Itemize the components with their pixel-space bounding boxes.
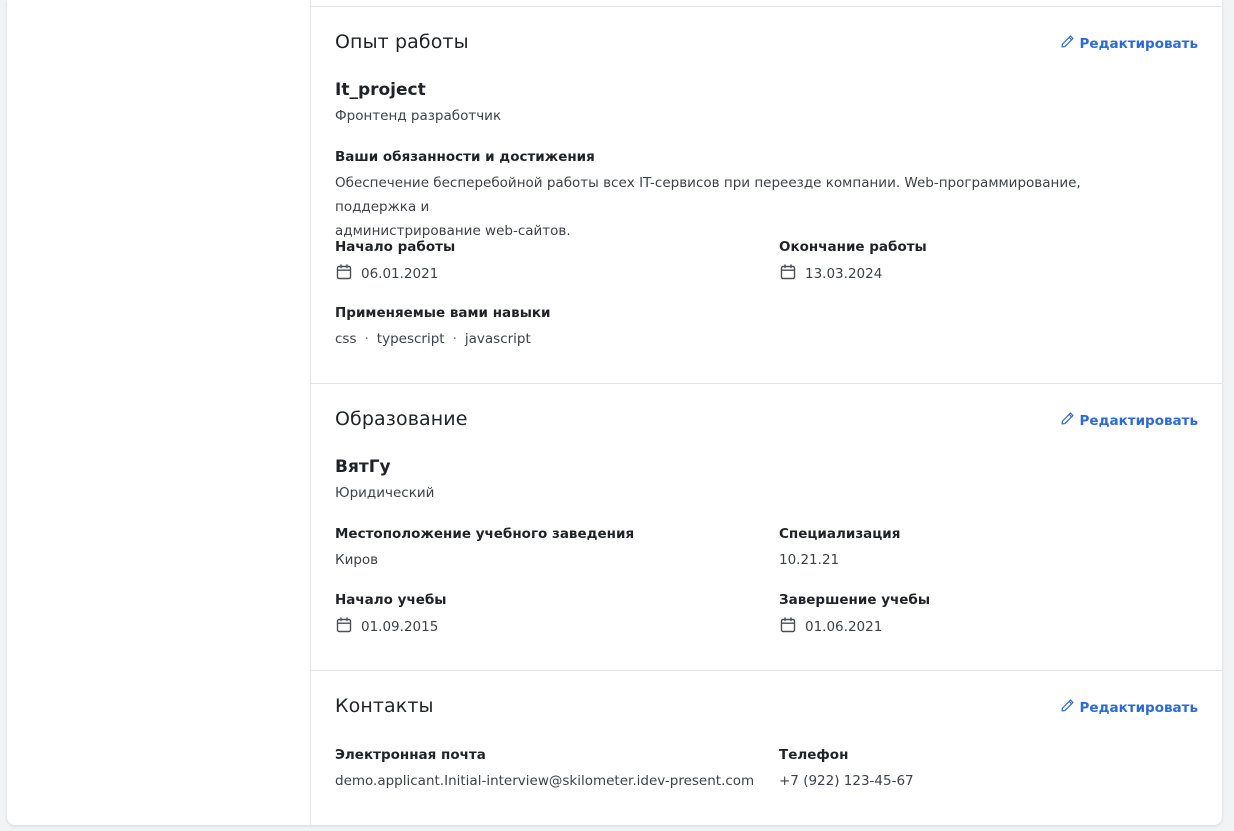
skills-label: Применяемые вами навыки [335,305,551,321]
work-end-date: 13.03.2024 [779,263,882,285]
skill-item: typescript [376,331,445,347]
duties-label: Ваши обязанности и достижения [335,149,595,165]
work-start-label: Начало работы [335,239,456,255]
edit-education-button[interactable]: Редактировать [1060,411,1198,430]
faculty-name: Юридический [335,485,435,501]
job-position: Фронтенд разработчик [335,108,502,124]
edit-work-label: Редактировать [1079,35,1198,52]
calendar-icon [779,616,797,638]
duties-text: Обеспечение бесперебойной работы всех IT… [335,171,1155,243]
specialization-label: Специализация [779,526,901,542]
phone-label: Телефон [779,747,849,763]
study-start-label: Начало учебы [335,592,447,608]
work-end-label: Окончание работы [779,239,927,255]
email-value: demo.applicant.Initial-interview@skilome… [335,773,755,789]
study-end-value: 01.06.2021 [805,619,883,635]
company-name: It_project [335,80,426,100]
skills-list: css · typescript · javascript [335,331,531,347]
contacts-section: Контакты Редактировать Электронная почта… [311,670,1222,826]
work-section-title: Опыт работы [335,31,469,53]
profile-card: Опыт работы Редактировать It_project Фро… [7,0,1222,825]
location-value: Киров [335,552,379,568]
work-start-value: 06.01.2021 [361,266,439,282]
work-start-date: 06.01.2021 [335,263,438,285]
calendar-icon [779,263,797,285]
email-label: Электронная почта [335,747,486,763]
location-label: Местоположение учебного заведения [335,526,635,542]
resume-content: Опыт работы Редактировать It_project Фро… [311,0,1222,825]
contacts-section-title: Контакты [335,695,434,717]
study-end-date: 01.06.2021 [779,616,882,638]
skill-item: css [335,331,357,347]
edit-contacts-label: Редактировать [1079,699,1198,716]
institution-name: ВятГу [335,457,391,477]
study-start-date: 01.09.2015 [335,616,438,638]
specialization-value: 10.21.21 [779,552,840,568]
calendar-icon [335,263,353,285]
pencil-icon [1060,698,1075,717]
duties-line-1: Обеспечение бесперебойной работы всех IT… [335,175,1081,215]
study-end-label: Завершение учебы [779,592,931,608]
study-start-value: 01.09.2015 [361,619,439,635]
education-section: Образование Редактировать ВятГу Юридичес… [311,383,1222,671]
calendar-icon [335,616,353,638]
skill-separator: · [364,331,369,347]
duties-line-2: администрирование web-сайтов. [335,223,571,239]
pencil-icon [1060,34,1075,53]
sidebar [7,0,311,825]
edit-work-button[interactable]: Редактировать [1060,34,1198,53]
work-experience-section: Опыт работы Редактировать It_project Фро… [311,6,1222,384]
phone-value: +7 (922) 123-45-67 [779,773,914,789]
edit-contacts-button[interactable]: Редактировать [1060,698,1198,717]
skill-item: javascript [464,331,531,347]
pencil-icon [1060,411,1075,430]
edit-education-label: Редактировать [1079,412,1198,429]
education-section-title: Образование [335,408,468,430]
skill-separator: · [452,331,457,347]
work-end-value: 13.03.2024 [805,266,883,282]
